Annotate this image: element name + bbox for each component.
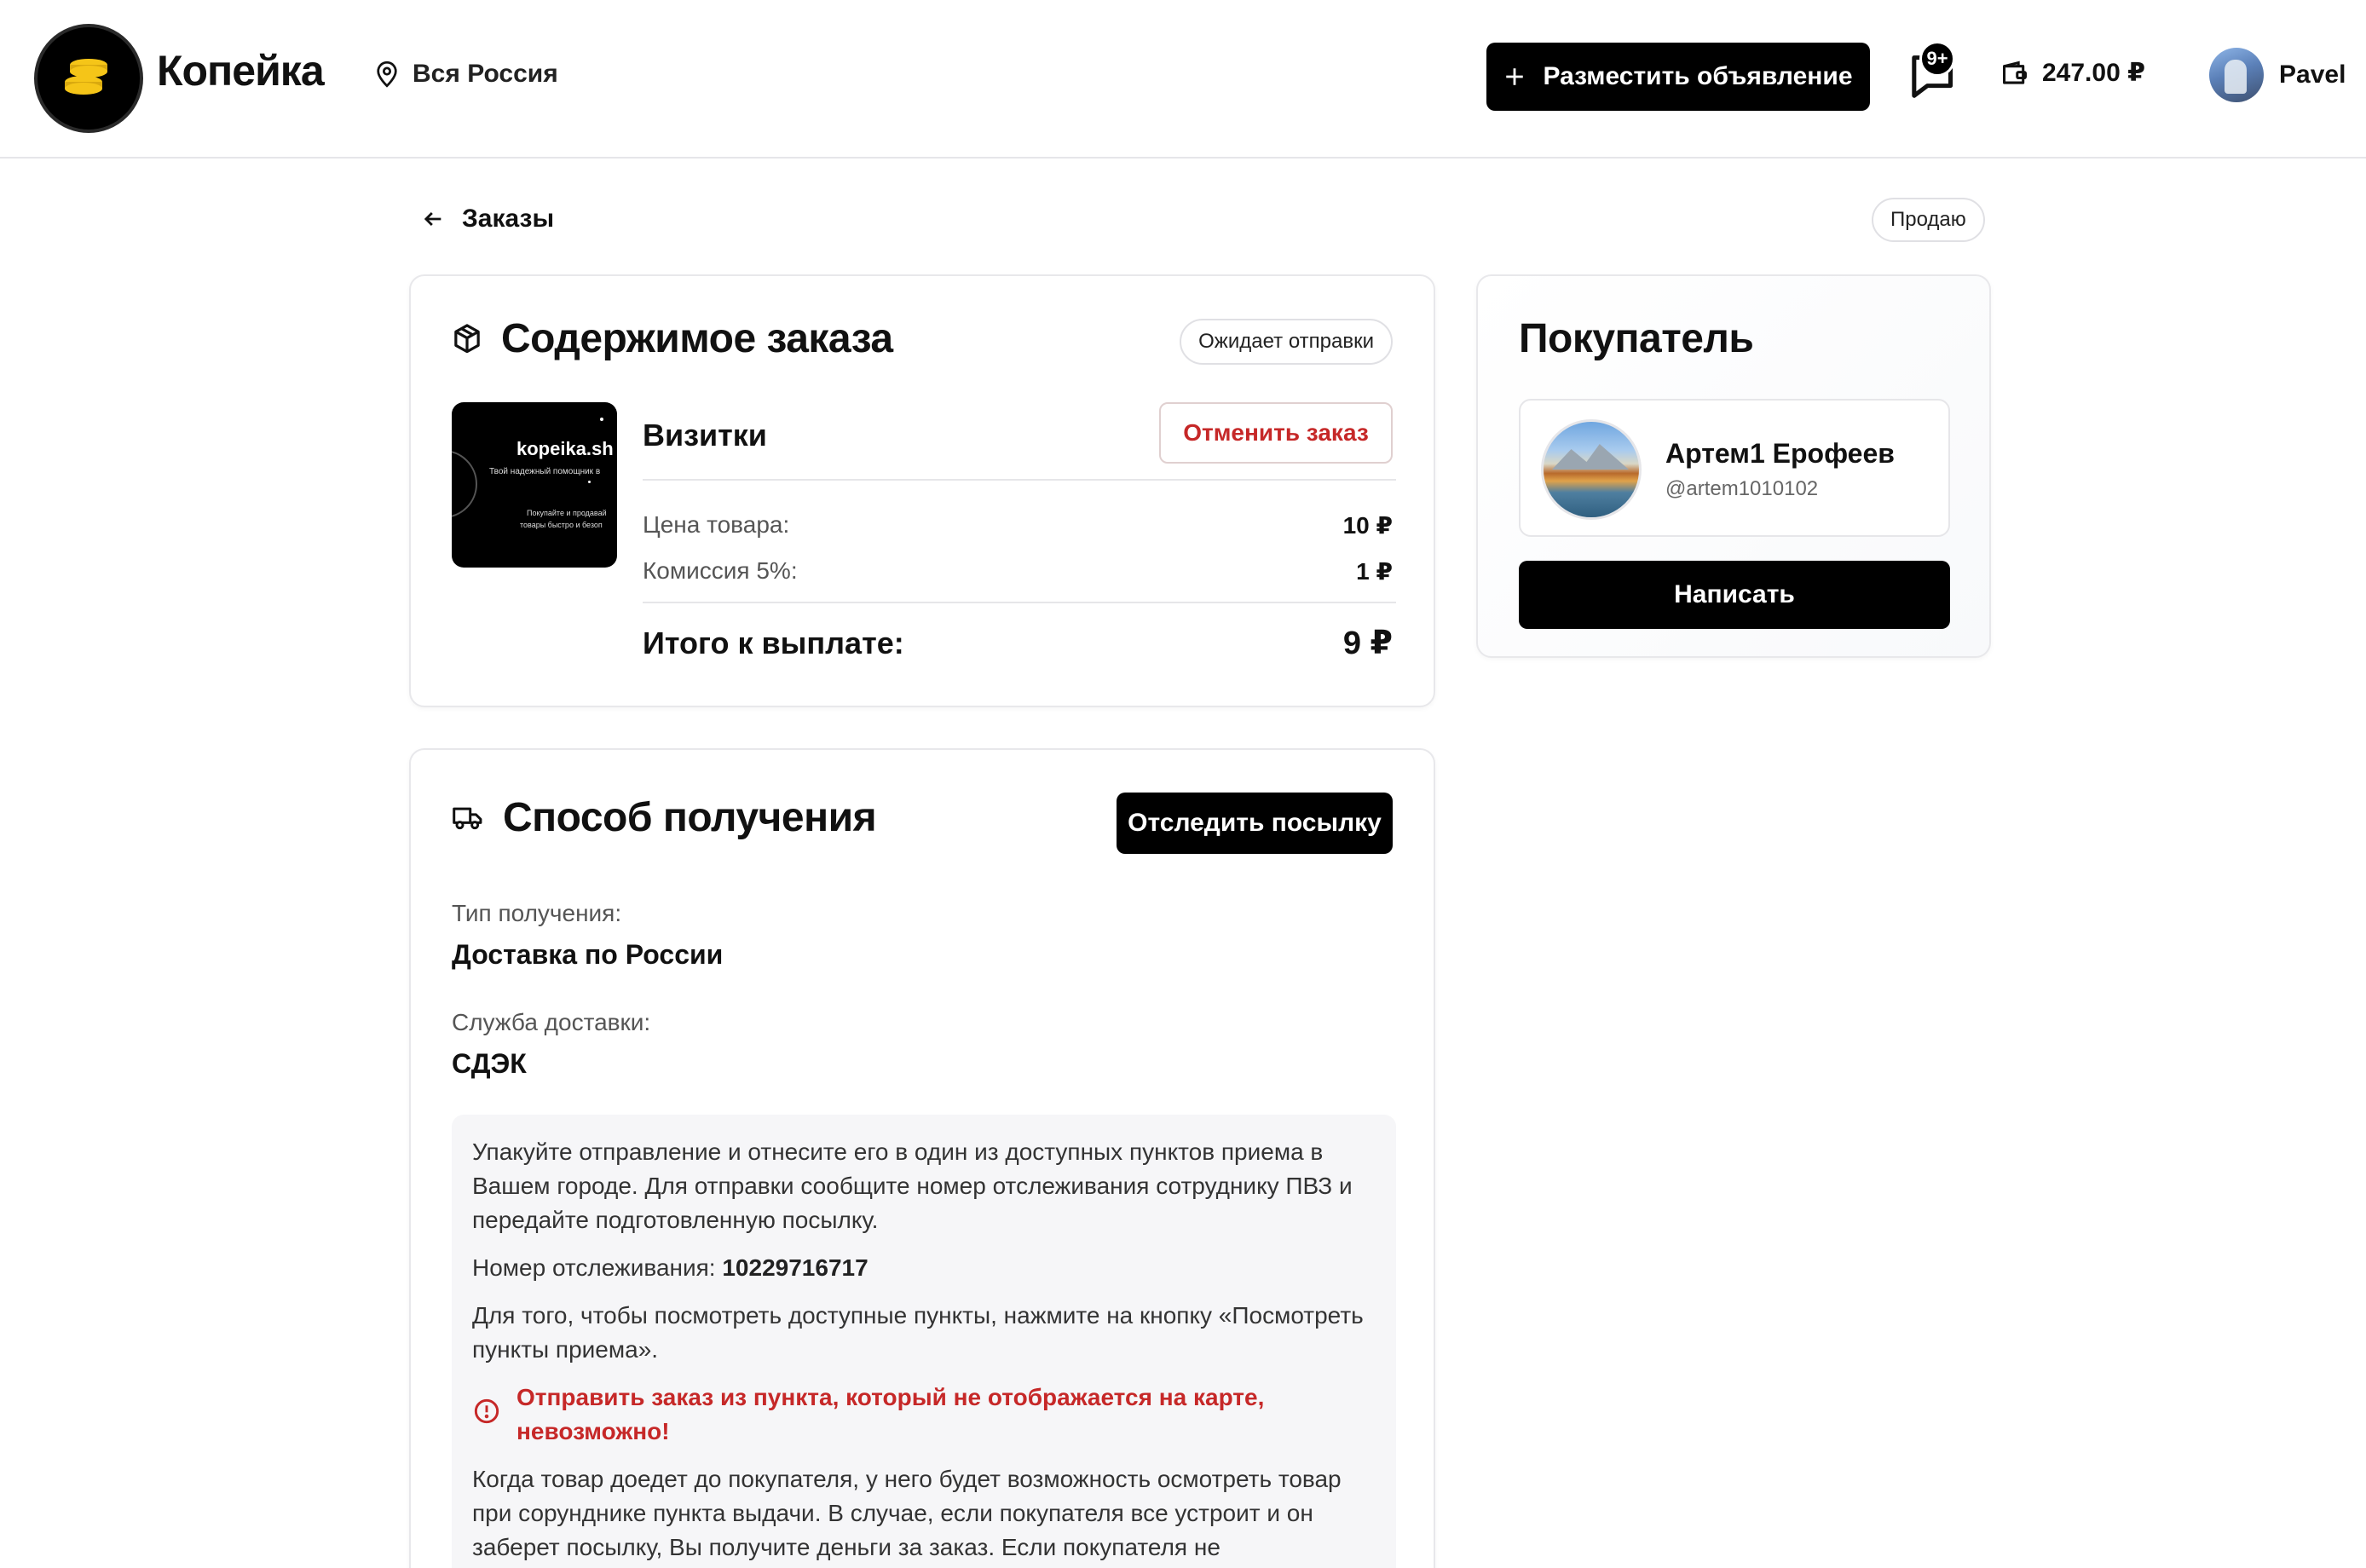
buyer-card: Покупатель Артем1 Ерофеев @artem1010102 … [1476,274,1991,658]
logo-coins-icon[interactable] [34,24,143,133]
instructions-paragraph: Упакуйте отправление и отнесите его в од… [472,1139,1353,1233]
total-label: Итого к выплате: [643,625,904,660]
order-title: Содержимое заказа [452,315,893,362]
track-parcel-button[interactable]: Отследить посылку [1117,793,1393,854]
wallet-icon [2003,61,2027,84]
thumb-line2: товары быстро и безоп [520,521,603,529]
plus-icon [1506,68,1524,85]
order-contents-card: Содержимое заказа Ожидает отправки kopei… [409,274,1435,707]
price-value: 10 ₽ [1342,512,1393,539]
buyer-handle: @artem1010102 [1665,477,1819,500]
product-thumbnail[interactable]: kopeika.sh Твой надежный помощник в Поку… [452,402,617,568]
arrow-left-icon [424,212,441,226]
thumb-line1: Покупайте и продавай [527,509,607,517]
fee-label: Комиссия 5%: [643,557,798,584]
product-name[interactable]: Визитки [643,418,767,453]
region-label: Вся Россия [413,60,558,88]
back-to-orders-link[interactable]: Заказы [421,205,554,233]
cancel-order-button[interactable]: Отменить заказ [1159,402,1393,464]
delivery-type-label: Тип получения: [452,900,622,926]
location-pin-icon [377,61,397,88]
role-badge: Продаю [1872,198,1985,242]
order-title-text: Содержимое заказа [501,316,893,361]
warning-message: Отправить заказ из пункта, который не от… [472,1381,1376,1449]
write-message-button[interactable]: Написать [1519,561,1950,629]
fee-value: 1 ₽ [1356,558,1393,585]
wallet-balance[interactable]: 247.00 ₽ [2000,58,2145,88]
delivery-service-label: Служба доставки: [452,1009,651,1035]
divider [643,602,1396,603]
delivery-type-value: Доставка по России [452,939,724,970]
buyer-profile[interactable]: Артем1 Ерофеев @artem1010102 [1519,399,1950,537]
tracking-number[interactable]: 10229716717 [722,1254,868,1281]
post-ad-button[interactable]: Разместить объявление [1486,43,1870,111]
buyer-title: Покупатель [1519,316,1754,361]
tracking-line: Номер отслеживания: 10229716717 [472,1251,1376,1285]
back-label: Заказы [462,205,555,233]
brand-name[interactable]: Копейка [157,46,325,95]
top-header: Копейка Вся Россия Разместить объявление… [0,0,2366,159]
price-label: Цена товара: [643,511,790,538]
user-menu[interactable]: Pavel [2209,48,2346,102]
user-name: Pavel [2279,61,2346,89]
balance-amount: 247.00 ₽ [2042,59,2145,87]
buyer-name: Артем1 Ерофеев [1665,438,1895,469]
buyer-avatar [1541,419,1642,520]
chat-badge: 9+ [1919,41,1955,77]
package-icon [454,323,480,353]
post-ad-label: Разместить объявление [1543,62,1853,90]
warning-text: Отправить заказ из пункта, который не от… [516,1384,1265,1444]
delivery-instructions: Упакуйте отправление и отнесите его в од… [452,1115,1396,1568]
tracking-label: Номер отслеживания: [472,1254,716,1281]
delivery-title: Способ получения [452,794,877,841]
thumb-tagline: Твой надежный помощник в [489,467,601,476]
total-value: 9 ₽ [1342,625,1393,661]
alert-circle-icon [474,1398,499,1424]
instructions-paragraph: Когда товар доедет до покупателя, у него… [472,1466,1342,1560]
delivery-service-value: СДЭК [452,1048,527,1079]
order-status-badge: Ожидает отправки [1180,319,1393,365]
instructions-paragraph: Для того, чтобы посмотреть доступные пун… [472,1302,1364,1363]
divider [643,479,1396,481]
region-selector[interactable]: Вся Россия [375,60,558,89]
delivery-method-card: Способ получения Отследить посылку Тип п… [409,748,1435,1568]
truck-icon [453,807,482,829]
delivery-title-text: Способ получения [503,795,877,840]
thumb-site: kopeika.sh [516,438,614,459]
user-avatar [2209,48,2264,102]
